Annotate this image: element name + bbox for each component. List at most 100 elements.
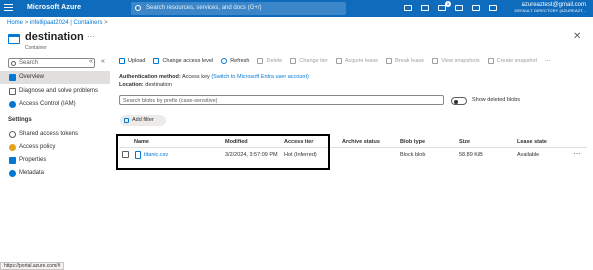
settings-gear-icon[interactable]	[454, 3, 465, 14]
show-deleted-label: Show deleted blobs	[472, 97, 521, 103]
properties-icon	[9, 157, 16, 164]
column-header-blob-type[interactable]: Blob type	[400, 139, 425, 145]
container-icon	[8, 34, 20, 44]
sidebar-item-label: Access policy	[19, 144, 56, 150]
refresh-icon	[221, 58, 228, 64]
location-value: destination	[145, 82, 172, 88]
toggle-knob	[454, 99, 458, 104]
create-snapshot-label: Create snapshot	[496, 58, 537, 64]
add-filter-label: Add filter	[132, 117, 154, 123]
link-icon	[9, 131, 16, 138]
help-icon[interactable]	[471, 3, 482, 14]
notification-badge: 1	[445, 1, 451, 7]
switch-auth-link[interactable]: (Switch to Microsoft Entra user account)	[211, 74, 309, 80]
sidebar-item-shared-access-tokens[interactable]: Shared access tokens	[0, 128, 110, 141]
sidebar-item-label: Metadata	[19, 170, 45, 176]
column-header-archive-status[interactable]: Archive status	[342, 139, 380, 145]
lease-icon	[335, 58, 342, 64]
key-icon	[9, 144, 16, 151]
sidebar-item-metadata[interactable]: Metadata	[0, 167, 110, 180]
top-bar: Microsoft Azure Search resources, servic…	[0, 0, 593, 17]
upload-label: Upload	[128, 58, 146, 64]
column-header-lease-state[interactable]: Lease state	[517, 139, 547, 145]
breadcrumb-separator: >	[24, 20, 29, 26]
show-deleted-toggle[interactable]	[451, 97, 467, 105]
breadcrumb-home[interactable]: Home	[7, 20, 23, 26]
upload-button[interactable]: Upload	[119, 58, 145, 64]
overview-icon	[9, 74, 16, 81]
break-lease-button[interactable]: Break lease	[386, 58, 424, 64]
breadcrumb-separator: >	[104, 20, 108, 26]
page-subtitle: Container	[25, 45, 47, 51]
sidebar-search-placeholder: Search	[19, 60, 39, 66]
sidebar-item-access-policy[interactable]: Access policy	[0, 141, 110, 154]
change-tier-label: Change tier	[299, 58, 328, 64]
lock-icon	[153, 58, 160, 64]
delete-button[interactable]: Delete	[257, 58, 282, 64]
auth-info: Authentication method: Access key (Switc…	[119, 73, 309, 89]
blob-prefix-search-input[interactable]: Search blobs by prefix (case-sensitive)	[119, 95, 444, 105]
row-more-icon[interactable]: ···	[573, 149, 581, 158]
search-icon	[135, 5, 141, 11]
acquire-lease-button[interactable]: Acquire lease	[335, 58, 379, 64]
auth-method-value: Access key	[181, 74, 210, 80]
info-icon	[9, 170, 16, 177]
breadcrumb-account[interactable]: infellipaat2024 | Containers	[30, 20, 103, 26]
sidebar-item-iam[interactable]: Access Control (IAM)	[0, 98, 110, 111]
directory-filter-icon[interactable]	[420, 3, 431, 14]
column-header-size[interactable]: Size	[459, 139, 470, 145]
global-search-input[interactable]: Search resources, services, and docs (G+…	[131, 2, 346, 15]
snapshots-icon	[432, 58, 439, 64]
blob-lease-state: Available	[517, 152, 540, 158]
sidebar-item-label: Properties	[19, 157, 47, 163]
highlight-annotation-box	[116, 134, 330, 170]
people-icon	[9, 101, 16, 108]
sidebar-item-label: Overview	[19, 74, 45, 80]
view-snapshots-button[interactable]: View snapshots	[432, 58, 480, 64]
notifications-bell-icon[interactable]: 1	[437, 1, 451, 14]
auth-method-label: Authentication method:	[119, 74, 181, 80]
trash-icon	[257, 58, 264, 64]
change-access-level-button[interactable]: Change access level	[153, 58, 213, 64]
view-snapshots-label: View snapshots	[441, 58, 480, 64]
settings-heading: Settings	[8, 117, 32, 123]
acquire-lease-label: Acquire lease	[344, 58, 379, 64]
create-snapshot-button[interactable]: Create snapshot	[487, 58, 537, 64]
command-bar: Upload Change access level Refresh Delet…	[119, 58, 558, 64]
upload-icon	[119, 58, 125, 64]
account-menu[interactable]: azureaztest@gmail.com DEFAULT DIRECTORY …	[514, 2, 586, 14]
breadcrumb: Home > infellipaat2024 | Containers >	[7, 20, 108, 26]
brand-title[interactable]: Microsoft Azure	[27, 4, 81, 11]
sidebar-item-overview[interactable]: Overview	[0, 71, 110, 84]
feedback-icon[interactable]	[488, 3, 499, 14]
sidebar-item-label: Access Control (IAM)	[19, 101, 76, 107]
refresh-button[interactable]: Refresh	[221, 58, 249, 64]
break-lease-label: Break lease	[395, 58, 425, 64]
location-label: Location:	[119, 82, 144, 88]
change-tier-button[interactable]: Change tier	[290, 58, 328, 64]
sidebar-item-properties[interactable]: Properties	[0, 154, 110, 167]
filter-icon	[124, 118, 129, 123]
sidebar-collapse-icon[interactable]: «	[101, 58, 105, 65]
page-title: destination	[25, 31, 84, 43]
change-access-label: Change access level	[162, 58, 214, 64]
header-more-icon[interactable]: ···	[87, 32, 95, 41]
cloud-shell-icon[interactable]	[403, 3, 414, 14]
refresh-label: Refresh	[230, 58, 250, 64]
hamburger-menu-icon[interactable]	[4, 4, 13, 13]
close-icon[interactable]: ✕	[573, 31, 581, 42]
tier-icon	[290, 58, 297, 64]
add-filter-button[interactable]: Add filter	[120, 115, 166, 126]
status-bar-url: https://portal.azure.com/#	[0, 262, 65, 270]
global-search-placeholder: Search resources, services, and docs (G+…	[146, 5, 262, 11]
sidebar-item-label: Diagnose and solve problems	[19, 88, 99, 94]
blob-type: Block blob	[400, 152, 426, 158]
search-icon	[11, 61, 16, 66]
camera-icon	[487, 58, 494, 64]
user-directory: DEFAULT DIRECTORY (AZUREAZT...	[514, 8, 586, 13]
sidebar-item-diagnose[interactable]: Diagnose and solve problems	[0, 85, 110, 98]
break-lease-icon	[386, 58, 393, 64]
sidebar-search-input[interactable]: Search	[8, 58, 95, 68]
toolbar-more-button[interactable]: ···	[545, 58, 551, 64]
sidebar-expand-icon[interactable]: «	[89, 58, 93, 65]
